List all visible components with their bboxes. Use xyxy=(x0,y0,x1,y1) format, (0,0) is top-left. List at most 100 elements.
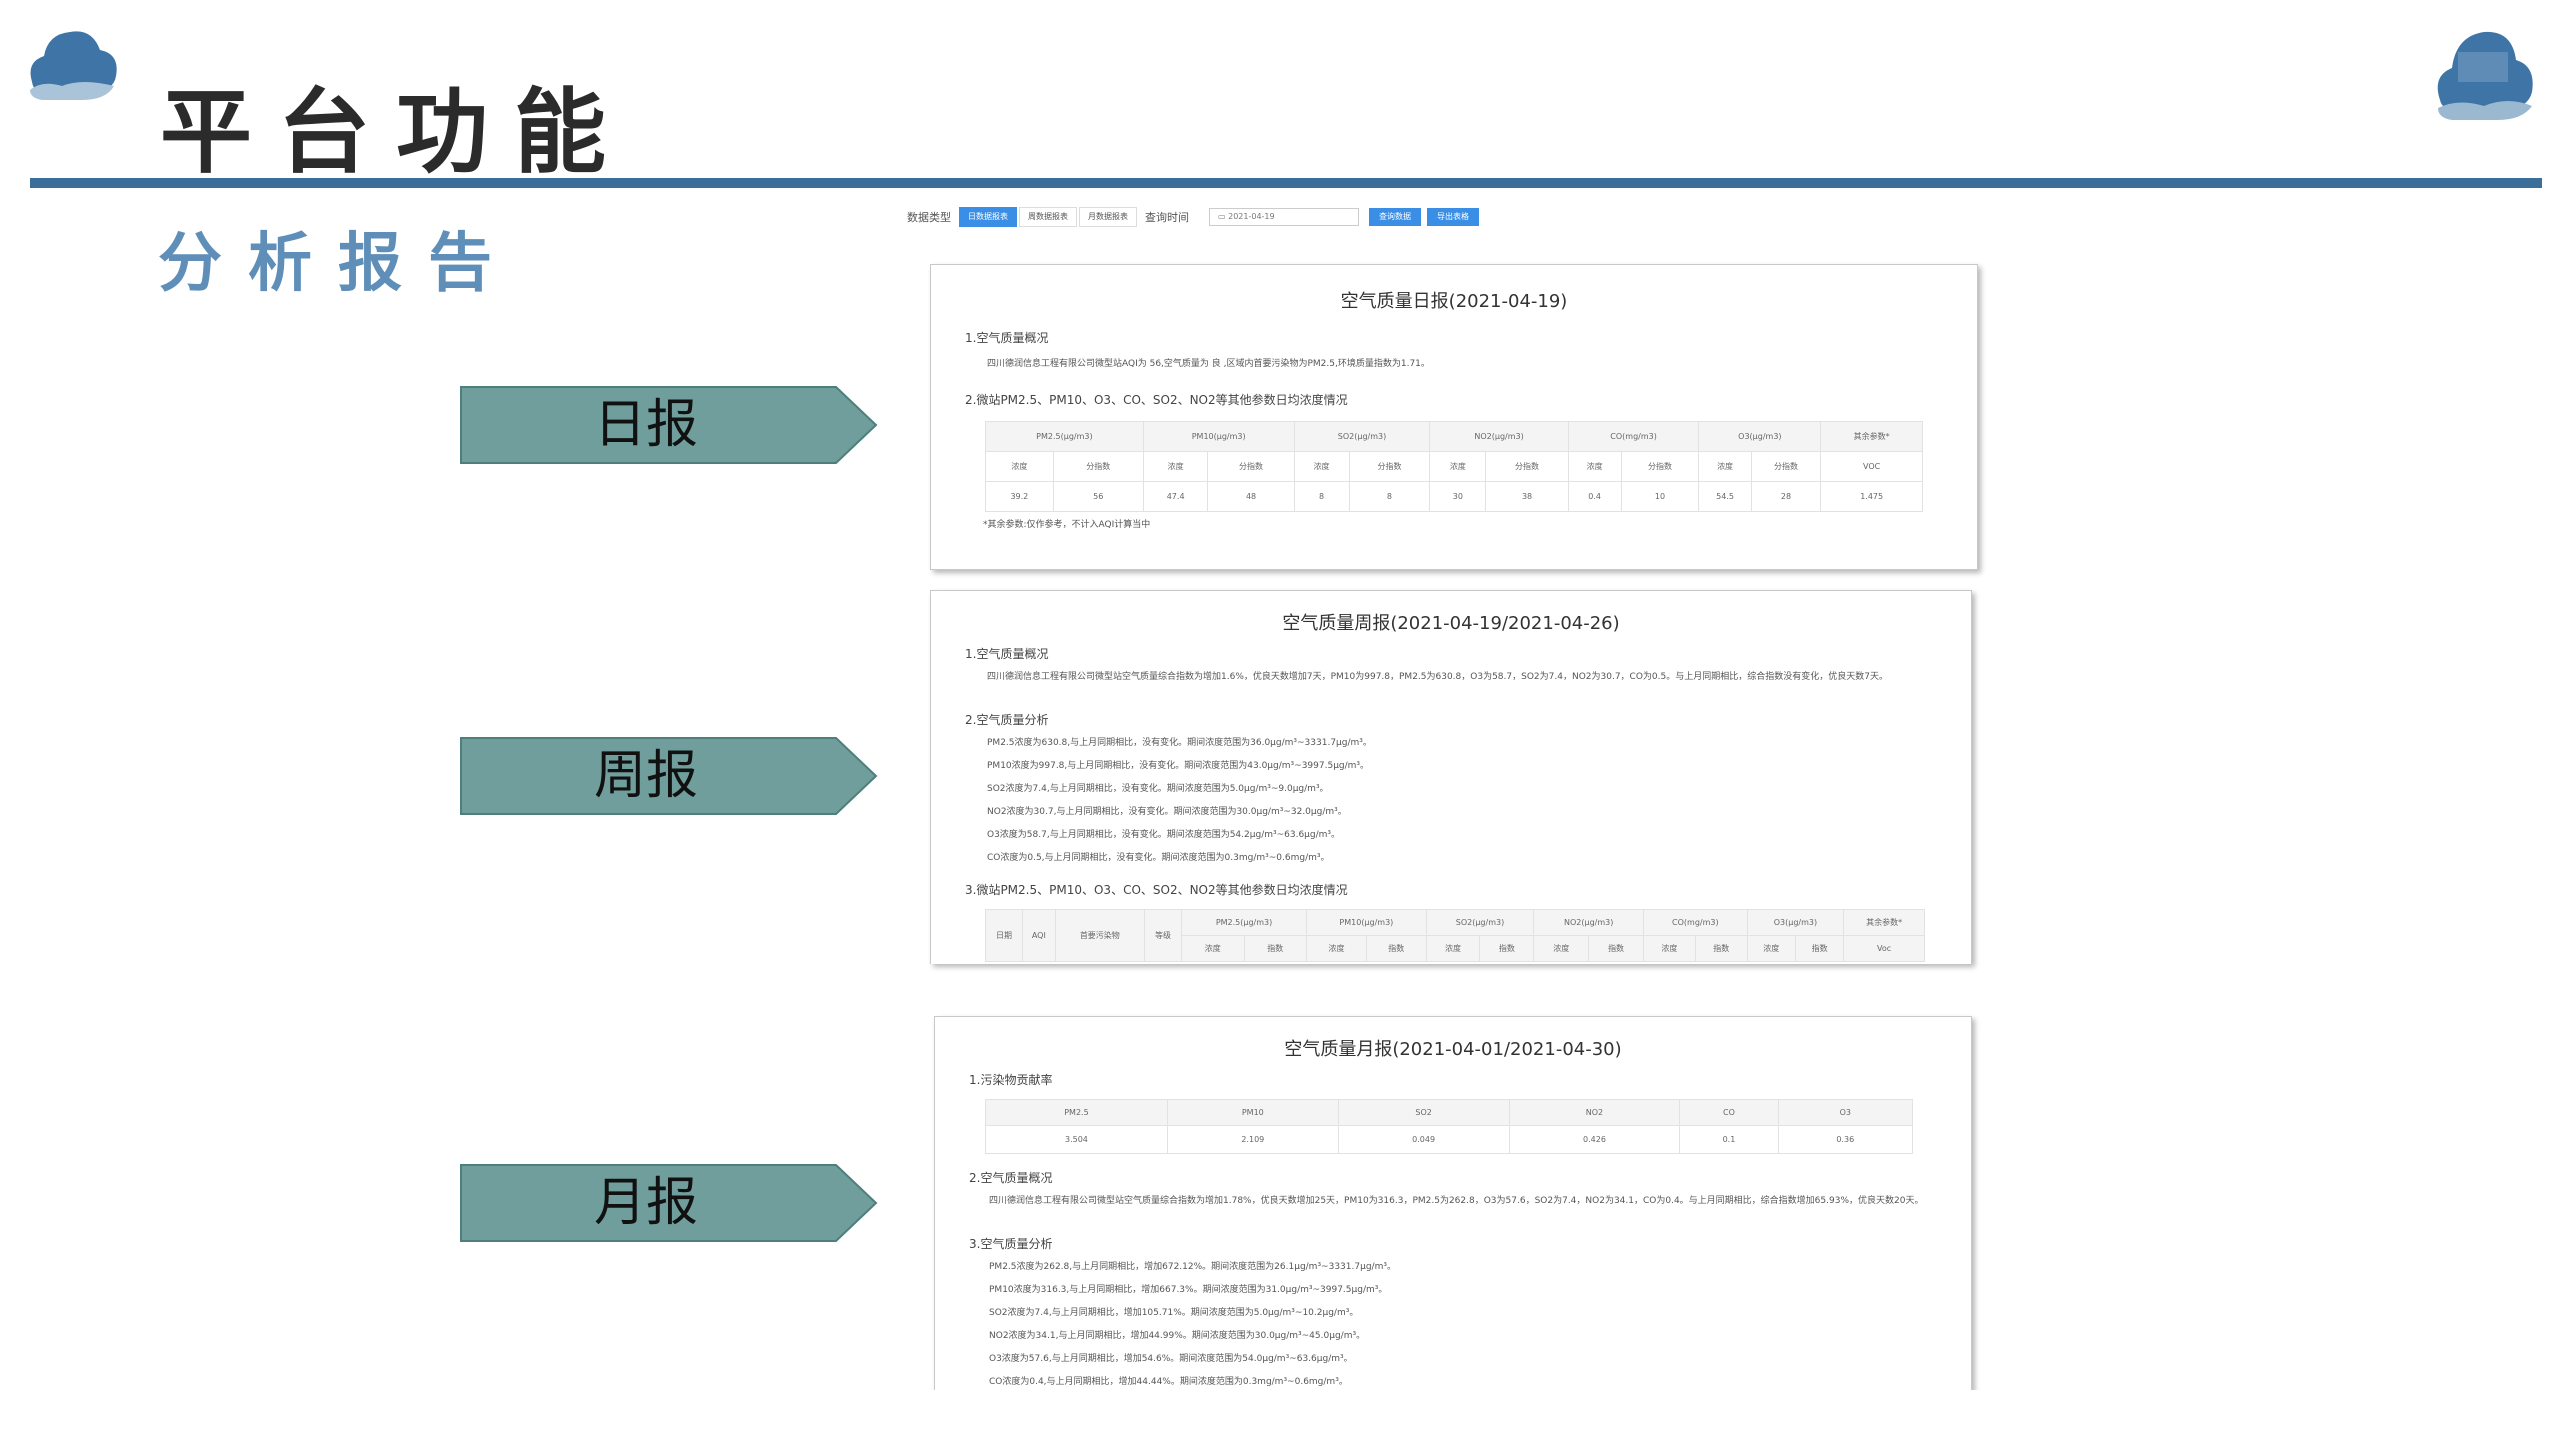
table-cell: 2.109 xyxy=(1166,1125,1339,1154)
monthly-section-2: 2.空气质量概况 xyxy=(969,1171,1053,1185)
daily-report-panel: 空气质量日报(2021-04-19) 1.空气质量概况 四川德润信息工程有限公司… xyxy=(930,264,1978,570)
monthly-section-3: 3.空气质量分析 xyxy=(969,1237,1053,1251)
table-subheader-cell: 分指数 xyxy=(1348,451,1431,482)
weekly-table: 日期 AQI 首要污染物 等级 PM2.5(μg/m3) PM10(μg/m3)… xyxy=(984,909,1925,962)
table-header-cell: PM10(μg/m3) xyxy=(1142,421,1295,452)
monthly-arrow-label: 月报 xyxy=(460,1164,878,1242)
weekly-arrow-text: 周报 xyxy=(593,746,698,806)
daily-arrow-text: 日报 xyxy=(593,395,698,455)
table-header-cell: O3(μg/m3) xyxy=(1698,421,1822,452)
weekly-arrow-label: 周报 xyxy=(460,737,878,815)
table-header-cell: PM10(μg/m3) xyxy=(1306,909,1427,936)
table-subheader-cell: 浓度 xyxy=(1429,451,1487,482)
table-subheader-cell: 浓度 xyxy=(1643,935,1696,962)
table-subheader-cell: 浓度 xyxy=(1142,451,1209,482)
cloud-icon xyxy=(2437,31,2533,120)
table-subheader-cell: 指数 xyxy=(1243,935,1308,962)
table-header-cell: CO(mg/m3) xyxy=(1567,421,1700,452)
table-subheader-cell: 分指数 xyxy=(1620,451,1700,482)
table-cell: 47.4 xyxy=(1142,481,1209,512)
weekly-analysis-line: SO2浓度为7.4,与上月同期相比，没有变化。期间浓度范围为5.0μg/m³~9… xyxy=(987,784,1329,794)
monthly-analysis-line: CO浓度为0.4,与上月同期相比，增加44.44%。期间浓度范围为0.3mg/m… xyxy=(989,1377,1348,1387)
table-header-cell: NO2 xyxy=(1508,1099,1681,1126)
table-cell: 8 xyxy=(1293,481,1350,512)
table-header-cell: 首要污染物 xyxy=(1054,909,1145,962)
weekly-summary: 四川德润信息工程有限公司微型站空气质量综合指数为增加1.6%，优良天数增加7天，… xyxy=(987,672,1888,682)
tab-monthly-report[interactable]: 月数据报表 xyxy=(1079,207,1137,227)
daily-report-title: 空气质量日报(2021-04-19) xyxy=(1340,291,1568,312)
table-subheader-cell: 分指数 xyxy=(1750,451,1822,482)
monthly-analysis-line: NO2浓度为34.1,与上月同期相比，增加44.99%。期间浓度范围为30.0μ… xyxy=(989,1331,1366,1341)
table-cell: 38 xyxy=(1485,481,1569,512)
table-header-cell: NO2(μg/m3) xyxy=(1533,909,1644,936)
monthly-table-header: PM2.5 PM10 SO2 NO2 CO O3 xyxy=(985,1099,1914,1126)
monthly-arrow-text: 月报 xyxy=(593,1173,698,1233)
date-picker-input[interactable]: ▭ 2021-04-19 xyxy=(1209,208,1359,226)
query-toolbar: 数据类型 日数据报表 周数据报表 月数据报表 查询时间 ▭ 2021-04-19… xyxy=(907,206,1485,228)
table-cell: 39.2 xyxy=(985,481,1054,512)
table-cell: 0.049 xyxy=(1337,1125,1510,1154)
export-table-button[interactable]: 导出表格 xyxy=(1427,208,1479,226)
monthly-analysis-line: PM2.5浓度为262.8,与上月同期相比，增加672.12%。期间浓度范围为2… xyxy=(989,1262,1396,1272)
section-subtitle: 分析报告 xyxy=(158,227,518,301)
monthly-contribution-table: PM2.5 PM10 SO2 NO2 CO O3 3.504 2.109 0.0… xyxy=(985,1099,1914,1154)
table-subheader-cell: 分指数 xyxy=(1052,451,1144,482)
table-subheader-cell: 浓度 xyxy=(1746,935,1796,962)
monthly-summary: 四川德润信息工程有限公司微型站空气质量综合指数为增加1.78%，优良天数增加25… xyxy=(989,1196,1924,1206)
daily-section-1: 1.空气质量概况 xyxy=(965,331,1049,345)
calendar-icon: ▭ xyxy=(1218,212,1229,221)
weekly-section-2: 2.空气质量分析 xyxy=(965,713,1049,727)
table-header-cell: SO2(μg/m3) xyxy=(1293,421,1431,452)
table-subheader-cell: 浓度 xyxy=(1567,451,1622,482)
table-row: 39.2 56 47.4 48 8 8 30 38 0.4 10 54.5 28… xyxy=(985,481,1923,512)
monthly-section-1: 1.污染物贡献率 xyxy=(969,1073,1053,1087)
weekly-section-1: 1.空气质量概况 xyxy=(965,647,1049,661)
page-title: 平台功能 xyxy=(160,79,633,186)
weekly-analysis-line: CO浓度为0.5,与上月同期相比，没有变化。期间浓度范围为0.3mg/m³~0.… xyxy=(987,853,1330,863)
daily-table: PM2.5(μg/m3) PM10(μg/m3) SO2(μg/m3) NO2(… xyxy=(985,421,1923,512)
weekly-analysis-line: NO2浓度为30.7,与上月同期相比，没有变化。期间浓度范围为30.0μg/m³… xyxy=(987,807,1347,817)
tab-daily-report[interactable]: 日数据报表 xyxy=(959,207,1017,227)
table-subheader-cell: 浓度 xyxy=(1306,935,1367,962)
table-header-cell: PM2.5(μg/m3) xyxy=(1180,909,1308,936)
table-subheader-cell: 浓度 xyxy=(1425,935,1481,962)
table-subheader-cell: 指数 xyxy=(1794,935,1845,962)
table-cell: 1.475 xyxy=(1820,481,1923,512)
table-cell: 8 xyxy=(1348,481,1431,512)
table-header-cell: O3 xyxy=(1777,1099,1914,1126)
daily-section-2: 2.微站PM2.5、PM10、O3、CO、SO2、NO2等其他参数日均浓度情况 xyxy=(965,393,1348,407)
table-subheader-cell: Voc xyxy=(1843,935,1925,962)
header-divider xyxy=(30,178,2542,188)
table-header-cell: 其余参数* xyxy=(1820,421,1923,452)
tab-weekly-report[interactable]: 周数据报表 xyxy=(1019,207,1077,227)
table-subheader-cell: 浓度 xyxy=(1698,451,1752,482)
table-subheader-cell: 浓度 xyxy=(1533,935,1590,962)
date-value: 2021-04-19 xyxy=(1228,212,1275,221)
table-cell: 0.1 xyxy=(1679,1125,1779,1154)
table-header-cell: PM2.5 xyxy=(985,1099,1168,1126)
table-header-cell: 等级 xyxy=(1143,909,1182,962)
table-header-cell: 其余参数* xyxy=(1843,909,1925,936)
query-data-button[interactable]: 查询数据 xyxy=(1369,208,1421,226)
monthly-analysis-line: SO2浓度为7.4,与上月同期相比，增加105.71%。期间浓度范围为5.0μg… xyxy=(989,1308,1359,1318)
daily-table-subheader: 浓度 分指数 浓度 分指数 浓度 分指数 浓度 分指数 浓度 分指数 浓度 分指… xyxy=(985,451,1923,482)
weekly-analysis-line: PM2.5浓度为630.8,与上月同期相比，没有变化。期间浓度范围为36.0μg… xyxy=(987,738,1372,748)
table-header-cell: CO xyxy=(1679,1099,1779,1126)
daily-summary: 四川德润信息工程有限公司微型站AQI为 56,空气质量为 良 ,区域内首要污染物… xyxy=(987,359,1430,369)
table-subheader-cell: 分指数 xyxy=(1485,451,1569,482)
table-cell: 48 xyxy=(1207,481,1295,512)
table-cell: 56 xyxy=(1052,481,1144,512)
table-cell: 3.504 xyxy=(985,1125,1168,1154)
weekly-analysis-line: O3浓度为58.7,与上月同期相比，没有变化。期间浓度范围为54.2μg/m³~… xyxy=(987,830,1341,840)
table-subheader-cell: 浓度 xyxy=(1180,935,1245,962)
table-cell: 0.36 xyxy=(1777,1125,1914,1154)
cloud-icon xyxy=(30,31,117,100)
table-subheader-cell: 指数 xyxy=(1588,935,1644,962)
table-subheader-cell: 浓度 xyxy=(1293,451,1350,482)
daily-footnote: *其余参数:仅作参考，不计入AQI计算当中 xyxy=(983,520,1151,530)
daily-arrow-label: 日报 xyxy=(460,386,878,464)
query-time-label: 查询时间 xyxy=(1145,211,1189,224)
daily-table-header: PM2.5(μg/m3) PM10(μg/m3) SO2(μg/m3) NO2(… xyxy=(985,421,1923,452)
table-cell: 0.426 xyxy=(1508,1125,1681,1154)
monthly-report-panel: 空气质量月报(2021-04-01/2021-04-30) 1.污染物贡献率 P… xyxy=(934,1016,1972,1397)
